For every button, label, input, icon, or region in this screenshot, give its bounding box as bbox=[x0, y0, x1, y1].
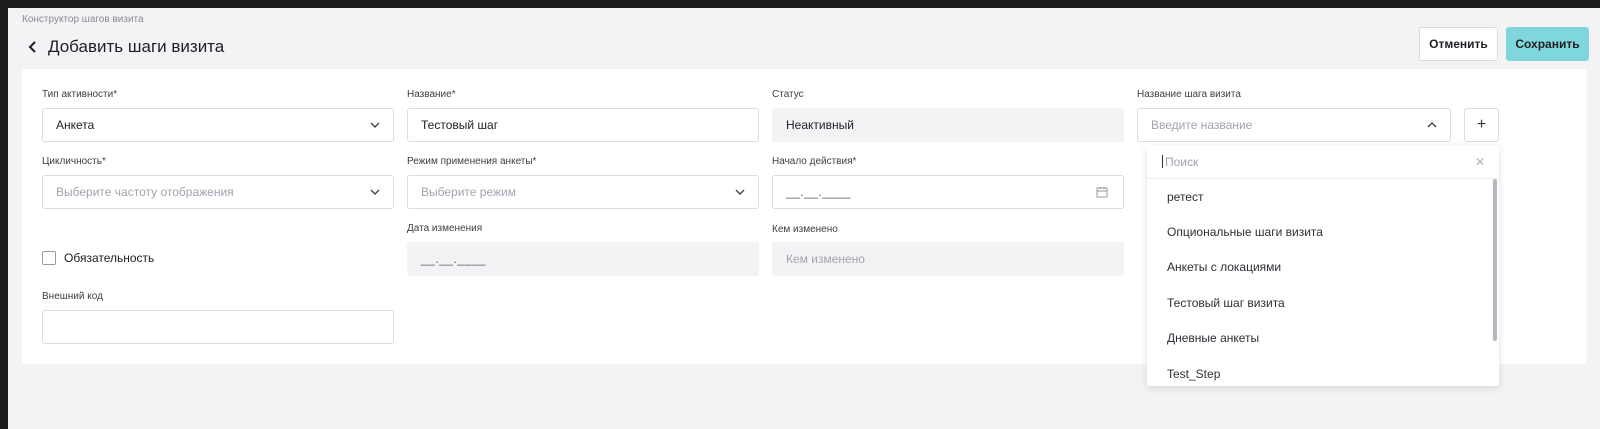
status-label: Статус bbox=[772, 89, 804, 100]
activity-type-select[interactable]: Анкета bbox=[42, 108, 394, 142]
step-name-label: Название шага визита bbox=[1137, 89, 1241, 100]
mode-label: Режим применения анкеты* bbox=[407, 156, 537, 167]
dropdown-search-input[interactable]: Поиск ✕ bbox=[1147, 145, 1499, 179]
dropdown-search-placeholder: Поиск bbox=[1165, 154, 1199, 169]
chevron-up-icon[interactable] bbox=[1426, 119, 1438, 131]
calendar-icon[interactable] bbox=[1096, 186, 1108, 198]
start-date-label: Начало действия* bbox=[772, 156, 857, 167]
chevron-down-icon bbox=[369, 186, 381, 198]
step-name-dropdown: Поиск ✕ ретест Опциональные шаги визита … bbox=[1147, 145, 1499, 386]
plus-icon: + bbox=[1476, 116, 1487, 133]
step-name-select[interactable]: Введите название bbox=[1137, 108, 1451, 142]
start-date-input[interactable]: __.__.____ bbox=[772, 175, 1124, 209]
text-caret bbox=[1162, 155, 1163, 168]
cyclicity-select[interactable]: Выберите частоту отображения bbox=[42, 175, 394, 209]
cancel-button[interactable]: Отменить bbox=[1419, 27, 1498, 61]
save-button[interactable]: Сохранить bbox=[1506, 27, 1589, 61]
dropdown-item[interactable]: ретест bbox=[1147, 179, 1499, 214]
modified-by-label: Кем изменено bbox=[772, 224, 838, 235]
add-step-name-button[interactable]: + bbox=[1464, 108, 1499, 142]
dropdown-item[interactable]: Дневные анкеты bbox=[1147, 321, 1499, 356]
dropdown-item[interactable]: Тестовый шаг визита bbox=[1147, 285, 1499, 320]
mode-placeholder: Выберите режим bbox=[421, 185, 516, 199]
page-title: Добавить шаги визита bbox=[48, 37, 225, 56]
dropdown-scrollbar[interactable] bbox=[1493, 179, 1497, 341]
mandatory-checkbox[interactable] bbox=[42, 251, 56, 265]
modified-date-mask: __.__.____ bbox=[421, 252, 487, 266]
mandatory-label: Обязательность bbox=[64, 251, 155, 265]
name-value: Тестовый шаг bbox=[421, 118, 499, 132]
start-date-mask: __.__.____ bbox=[786, 185, 852, 199]
name-label: Название* bbox=[407, 89, 456, 100]
modified-by-placeholder: Кем изменено bbox=[786, 252, 865, 266]
mode-select[interactable]: Выберите режим bbox=[407, 175, 759, 209]
dropdown-item[interactable]: Test_Step bbox=[1147, 356, 1499, 386]
activity-type-value: Анкета bbox=[56, 118, 95, 132]
modified-date-label: Дата изменения bbox=[407, 223, 483, 234]
dropdown-item[interactable]: Анкеты с локациями bbox=[1147, 250, 1499, 285]
page-header: Добавить шаги визита bbox=[24, 32, 224, 62]
modified-by-field: Кем изменено bbox=[772, 242, 1124, 276]
status-field: Неактивный bbox=[772, 108, 1124, 142]
external-code-label: Внешний код bbox=[42, 291, 103, 302]
close-icon[interactable]: ✕ bbox=[1475, 155, 1485, 169]
status-value: Неактивный bbox=[786, 118, 854, 132]
modified-date-field: __.__.____ bbox=[407, 242, 759, 276]
page: Конструктор шагов визита Добавить шаги в… bbox=[8, 8, 1600, 429]
name-input[interactable]: Тестовый шаг bbox=[407, 108, 759, 142]
mandatory-row[interactable]: Обязательность bbox=[42, 251, 154, 265]
chevron-down-icon bbox=[734, 186, 746, 198]
external-code-input[interactable] bbox=[42, 310, 394, 344]
dropdown-item[interactable]: Опциональные шаги визита bbox=[1147, 214, 1499, 249]
chevron-left-icon[interactable] bbox=[24, 38, 42, 56]
breadcrumb[interactable]: Конструктор шагов визита bbox=[22, 14, 144, 25]
step-name-placeholder: Введите название bbox=[1151, 118, 1253, 132]
activity-type-label: Тип активности* bbox=[42, 89, 118, 100]
cyclicity-label: Цикличность* bbox=[42, 156, 106, 167]
chevron-down-icon bbox=[369, 119, 381, 131]
cyclicity-placeholder: Выберите частоту отображения bbox=[56, 185, 234, 199]
